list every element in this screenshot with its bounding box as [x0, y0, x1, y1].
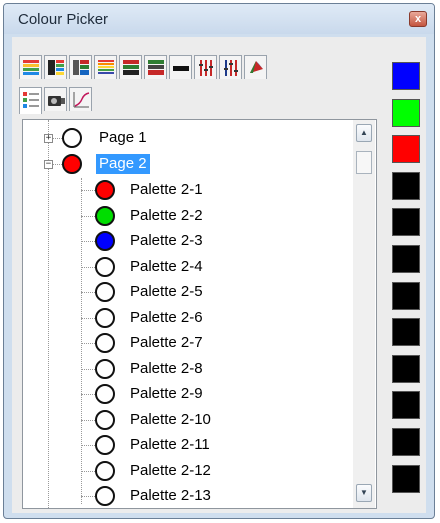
colour-swatch[interactable] [392, 171, 420, 200]
tree-item-page-1[interactable]: Page 1 [99, 128, 147, 148]
colour-swatch[interactable] [392, 354, 420, 383]
horizontal-rainbow-bars-icon [23, 60, 39, 75]
black-bar-icon [173, 66, 189, 71]
graph-curve-icon [73, 92, 90, 108]
palette-colour-circle [95, 307, 115, 328]
tree-connector [81, 317, 95, 319]
palette-tree-icon [23, 92, 39, 108]
tree-connector [81, 241, 95, 242]
tree-item-palette[interactable]: Palette 2-5 [130, 282, 203, 302]
tree-item-palette[interactable]: Palette 2-11 [130, 435, 210, 455]
collapse-toggle-icon[interactable]: − [44, 160, 53, 169]
tree-item-palette[interactable]: Palette 2-13 [130, 486, 211, 506]
hsv-sliders-icon [224, 60, 238, 76]
colour-swatch[interactable] [392, 62, 420, 90]
tab-row1-gradient-bars-alt[interactable] [69, 55, 92, 79]
tree-connector [81, 215, 95, 217]
scroll-down-button[interactable]: ▼ [356, 484, 372, 502]
page-colour-circle [62, 128, 82, 148]
colour-swatch[interactable] [392, 98, 420, 127]
tree-item-palette[interactable]: Palette 2-8 [130, 359, 203, 379]
tree-item-palette[interactable]: Palette 2-10 [130, 410, 211, 430]
tree-connector [81, 445, 95, 446]
palette-colour-circle [95, 205, 115, 226]
colour-swatch[interactable] [392, 391, 420, 420]
title-bar[interactable]: Colour Picker x [4, 4, 434, 34]
tree-connector [81, 496, 95, 497]
palette-colour-circle [95, 231, 115, 251]
scroll-thumb[interactable] [356, 151, 372, 174]
tab-row1-green-red-bars[interactable] [144, 55, 167, 79]
close-icon: x [414, 13, 422, 25]
palette-colour-circle [95, 384, 115, 404]
expand-toggle-icon[interactable]: + [44, 134, 53, 143]
palette-colour-circle [95, 256, 115, 277]
palette-colour-circle [95, 333, 115, 353]
tree-connector [81, 394, 95, 395]
colour-swatch[interactable] [392, 464, 420, 493]
tree-connector [81, 190, 95, 191]
tab-row2-camera[interactable] [44, 87, 67, 111]
tree-item-palette[interactable]: Palette 2-9 [130, 384, 203, 404]
tab-row1-colour-wheel[interactable] [244, 55, 267, 79]
tree-item-palette[interactable]: Palette 2-12 [130, 461, 211, 481]
scroll-up-button[interactable]: ▲ [356, 124, 372, 142]
gradient-bars-alt-icon [73, 60, 89, 75]
colour-swatch[interactable] [392, 281, 420, 310]
colour-wheel-icon [250, 61, 263, 73]
tab-row1-hsv-sliders[interactable] [219, 55, 242, 79]
tree-connector [81, 292, 95, 293]
tab-row1-gradient-bars[interactable] [44, 55, 67, 79]
red-green-bars-icon [123, 60, 139, 75]
tree-item-palette[interactable]: Palette 2-4 [130, 257, 203, 277]
colour-swatch[interactable] [392, 428, 420, 456]
tree-branch-line [81, 178, 82, 504]
tree-connector [81, 368, 95, 370]
colour-swatch[interactable] [392, 135, 420, 164]
palette-colour-circle [95, 282, 115, 302]
camera-icon [48, 96, 65, 106]
rainbow-stripes-icon [98, 60, 114, 74]
tree-item-palette[interactable]: Palette 2-7 [130, 333, 203, 353]
green-red-bars-icon [148, 60, 164, 75]
tab-row1-black-bar[interactable] [169, 55, 192, 79]
tree-connector [81, 470, 95, 472]
tree-root-line [48, 120, 49, 508]
tab-row1-horizontal-rainbow-bars[interactable] [19, 55, 42, 79]
palette-colour-circle [95, 409, 115, 430]
tree-item-page-2[interactable]: Page 2 [96, 154, 150, 174]
palette-colour-circle [95, 460, 115, 481]
palette-colour-circle [95, 358, 115, 379]
tab-row2-graph-curve[interactable] [69, 87, 92, 111]
close-button[interactable]: x [409, 11, 427, 27]
window-title: Colour Picker [18, 11, 109, 28]
palette-tree[interactable]: + Page 1 − Page 2 Palette 2-1 Palette 2-2 Pale… [22, 119, 377, 509]
gradient-bars-icon [48, 60, 64, 75]
tree-item-palette[interactable]: Palette 2-6 [130, 308, 203, 328]
tree-item-palette[interactable]: Palette 2-2 [130, 206, 203, 226]
colour-swatch[interactable] [392, 318, 420, 347]
palette-colour-circle [95, 486, 115, 506]
tree-connector [81, 419, 95, 421]
colour-swatch[interactable] [392, 208, 420, 237]
colour-picker-window: Colour Picker x + Page 1 − Page 2 Palette 2-… [3, 3, 435, 519]
tree-connector [81, 266, 95, 268]
tab-row1-red-green-bars[interactable] [119, 55, 142, 79]
tree-connector [81, 343, 95, 344]
tab-row1-rainbow-stripes[interactable] [94, 55, 117, 79]
tab-row2-palette-tree[interactable] [19, 87, 42, 114]
vertical-scrollbar[interactable]: ▲ ▼ [353, 120, 375, 508]
palette-colour-circle [95, 435, 115, 455]
rgb-sliders-icon [199, 60, 213, 76]
colour-swatch[interactable] [392, 245, 420, 273]
page-colour-circle [62, 154, 82, 174]
client-area: + Page 1 − Page 2 Palette 2-1 Palette 2-2 Pale… [12, 37, 426, 513]
tree-item-palette[interactable]: Palette 2-3 [130, 231, 203, 251]
palette-colour-circle [95, 180, 115, 200]
tab-row1-rgb-sliders[interactable] [194, 55, 217, 79]
tree-item-palette[interactable]: Palette 2-1 [130, 180, 203, 200]
